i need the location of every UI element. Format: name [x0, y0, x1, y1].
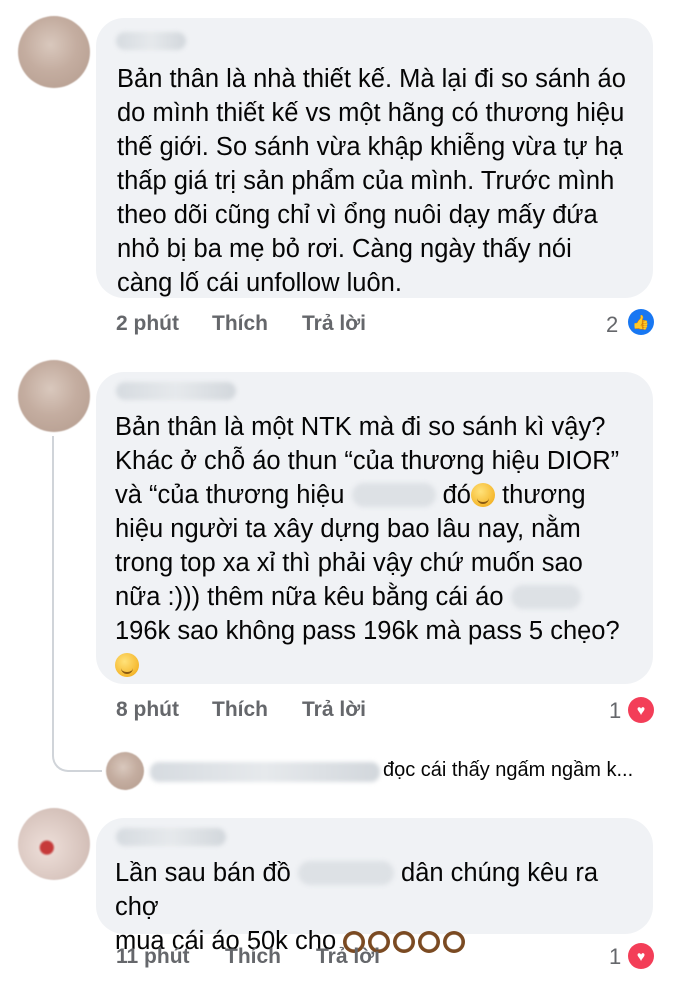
reply-button[interactable]: Trả lời: [302, 312, 366, 336]
reaction-count[interactable]: 1: [609, 944, 621, 970]
like-button[interactable]: Thích: [212, 312, 268, 336]
comment-bubble: Bản thân là nhà thiết kế. Mà lại đi so s…: [96, 18, 653, 298]
commenter-name-blurred[interactable]: [150, 762, 380, 782]
reaction-count[interactable]: 1: [609, 698, 621, 724]
comment-bubble: Lần sau bán đồ dân chúng kêu ra chợ mua …: [96, 818, 653, 955]
comment-text: Lần sau bán đồ dân chúng kêu ra chợ mua …: [115, 856, 645, 958]
like-button[interactable]: Thích: [212, 698, 268, 722]
comment-text: Bản thân là một NTK mà đi so sánh kì vậy…: [115, 410, 645, 682]
comment-line: 196k sao không pass 196k mà pass 5 chẹo?: [115, 617, 620, 645]
reply-button[interactable]: Trả lời: [302, 698, 366, 722]
comment-line: Bản thân là một NTK mà đi so sánh kì vậy…: [115, 413, 606, 441]
comment-line: Lần sau bán đồ: [115, 859, 291, 887]
reaction-count[interactable]: 2: [606, 312, 618, 338]
avatar[interactable]: [18, 360, 90, 432]
comment-line: nữa :))) thêm nữa kêu bằng cái áo: [115, 583, 504, 611]
reply-button[interactable]: Trả lời: [316, 945, 380, 969]
commenter-name-blurred[interactable]: [116, 32, 186, 50]
comment-text: Bản thân là nhà thiết kế. Mà lại đi so s…: [117, 65, 626, 297]
commenter-name-blurred[interactable]: [116, 828, 226, 846]
comment-time[interactable]: 2 phút: [116, 312, 179, 336]
crying-face-icon: [115, 653, 139, 677]
blurred-brand: [510, 585, 581, 609]
blurred-brand: [297, 861, 394, 885]
comment-line: thương: [495, 481, 586, 509]
like-button[interactable]: Thích: [225, 945, 281, 969]
blurred-brand: [351, 483, 436, 507]
like-icon[interactable]: 👍: [628, 309, 654, 335]
comment-time[interactable]: 11 phút: [116, 945, 190, 969]
comment-line: hiệu người ta xây dựng bao lâu nay, nằm: [115, 515, 581, 543]
avatar[interactable]: [106, 752, 144, 790]
commenter-name-blurred[interactable]: [116, 382, 236, 400]
comment-line: Khác ở chỗ áo thun “của thương hiệu DIOR…: [115, 447, 620, 475]
avatar[interactable]: [18, 16, 90, 88]
comment-line: và “của thương hiệu: [115, 481, 345, 509]
comment-bubble: Bản thân là một NTK mà đi so sánh kì vậy…: [96, 372, 653, 684]
comment-line: đó: [442, 481, 471, 509]
thread-connector: [52, 436, 102, 772]
avatar[interactable]: [18, 808, 90, 880]
comment-actions: 11 phút Thích Trả lời: [0, 945, 673, 975]
reply-preview-text[interactable]: đọc cái thấy ngấm ngầm k...: [383, 759, 633, 782]
heart-icon[interactable]: ♥: [628, 943, 654, 969]
heart-icon[interactable]: ♥: [628, 697, 654, 723]
comment-line: trong top xa xỉ thì phải vậy chứ muốn sa…: [115, 549, 583, 577]
comment-actions: 2 phút Thích Trả lời: [0, 312, 673, 342]
comment-time[interactable]: 8 phút: [116, 698, 179, 722]
crying-face-icon: [471, 483, 495, 507]
